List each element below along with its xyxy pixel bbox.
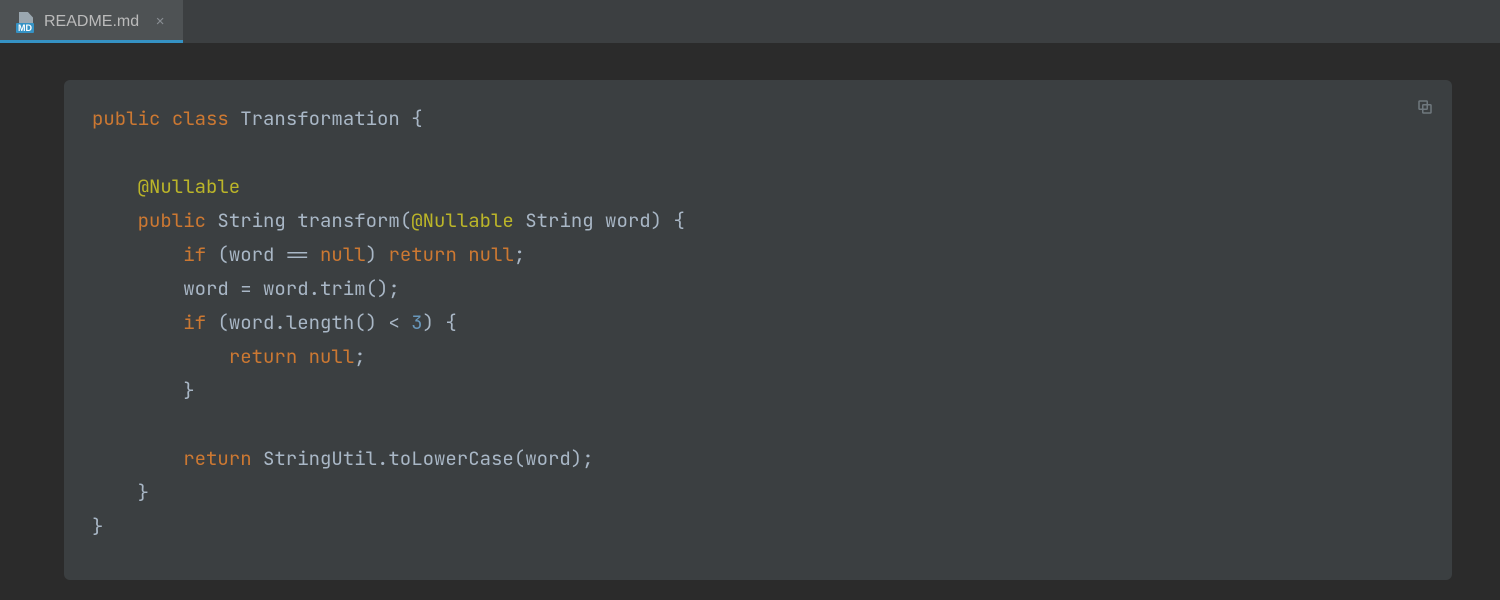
close-icon[interactable]: × [153, 13, 167, 30]
tab-readme[interactable]: MD README.md × [0, 0, 183, 43]
tab-label: README.md [44, 13, 139, 31]
editor-preview-area: public class Transformation { @Nullable … [0, 44, 1500, 600]
tab-bar: MD README.md × [0, 0, 1500, 44]
code-content[interactable]: public class Transformation { @Nullable … [92, 102, 1424, 544]
markdown-file-icon: MD [16, 12, 36, 32]
code-block: public class Transformation { @Nullable … [64, 80, 1452, 580]
copy-icon[interactable] [1416, 98, 1434, 116]
